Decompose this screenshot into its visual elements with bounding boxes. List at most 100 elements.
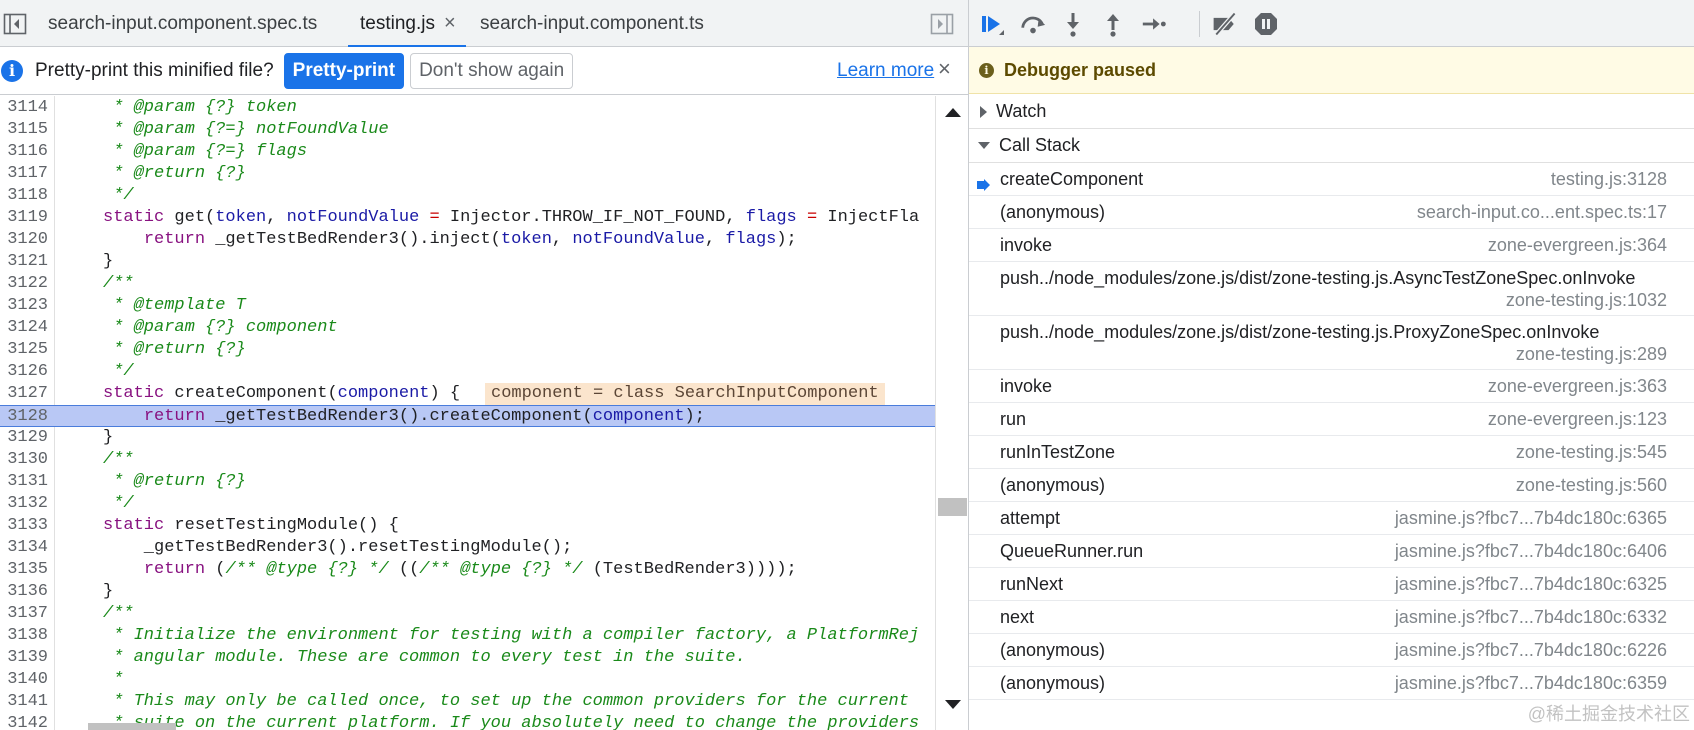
- line-number[interactable]: 3120: [0, 229, 48, 251]
- call-frame[interactable]: push../node_modules/zone.js/dist/zone-te…: [969, 317, 1694, 370]
- code-line[interactable]: 3141 * This may only be called once, to …: [0, 691, 935, 713]
- code-line[interactable]: 3139 * angular module. These are common …: [0, 647, 935, 669]
- tab-search-input-component[interactable]: search-input.component.ts: [480, 0, 704, 47]
- line-number[interactable]: 3116: [0, 141, 48, 163]
- line-number[interactable]: 3124: [0, 317, 48, 339]
- line-number[interactable]: 3128: [0, 406, 48, 428]
- line-number[interactable]: 3130: [0, 449, 48, 471]
- frame-location[interactable]: jasmine.js?fbc7...7b4dc180c:6365: [1395, 508, 1667, 529]
- call-frame[interactable]: (anonymous) search-input.co...ent.spec.ts…: [969, 197, 1694, 229]
- toggle-navigator-icon[interactable]: [2, 11, 28, 37]
- line-number[interactable]: 3125: [0, 339, 48, 361]
- code-line[interactable]: 3120 return _getTestBedRender3().inject(…: [0, 229, 935, 251]
- line-number[interactable]: 3115: [0, 119, 48, 141]
- frame-location[interactable]: search-input.co...ent.spec.ts:17: [1417, 202, 1667, 223]
- line-number[interactable]: 3132: [0, 493, 48, 515]
- frame-location[interactable]: jasmine.js?fbc7...7b4dc180c:6226: [1395, 640, 1667, 661]
- code-line[interactable]: 3140 *: [0, 669, 935, 691]
- frame-location[interactable]: jasmine.js?fbc7...7b4dc180c:6359: [1395, 673, 1667, 694]
- call-frame[interactable]: push../node_modules/zone.js/dist/zone-te…: [969, 263, 1694, 316]
- call-frame[interactable]: createComponent testing.js:3128: [969, 164, 1694, 196]
- line-number[interactable]: 3138: [0, 625, 48, 647]
- line-number[interactable]: 3118: [0, 185, 48, 207]
- step-out-icon[interactable]: [1099, 10, 1127, 38]
- call-frame[interactable]: runInTestZone zone-testing.js:545: [969, 437, 1694, 469]
- frame-location[interactable]: zone-testing.js:560: [1516, 475, 1667, 496]
- learn-more-link[interactable]: Learn more: [837, 60, 934, 82]
- line-number[interactable]: 3127: [0, 383, 48, 405]
- code-line[interactable]: 3121}: [0, 251, 935, 273]
- resume-icon[interactable]: [978, 10, 1006, 38]
- code-line[interactable]: 3132 */: [0, 493, 935, 515]
- code-line[interactable]: 3129}: [0, 427, 935, 449]
- line-number[interactable]: 3137: [0, 603, 48, 625]
- code-line[interactable]: 3136}: [0, 581, 935, 603]
- call-frame[interactable]: runNext jasmine.js?fbc7...7b4dc180c:6325: [969, 569, 1694, 601]
- line-number[interactable]: 3117: [0, 163, 48, 185]
- step-into-icon[interactable]: [1059, 10, 1087, 38]
- code-line[interactable]: 3115 * @param {?=} notFoundValue: [0, 119, 935, 141]
- code-line[interactable]: 3138 * Initialize the environment for te…: [0, 625, 935, 647]
- scroll-thumb[interactable]: [938, 498, 967, 516]
- frame-location[interactable]: testing.js:3128: [1551, 169, 1667, 190]
- call-frame[interactable]: invoke zone-evergreen.js:363: [969, 371, 1694, 403]
- line-number[interactable]: 3134: [0, 537, 48, 559]
- line-number[interactable]: 3141: [0, 691, 48, 713]
- call-stack-section-header[interactable]: Call Stack: [969, 129, 1694, 163]
- call-frame[interactable]: QueueRunner.run jasmine.js?fbc7...7b4dc18…: [969, 536, 1694, 568]
- code-line[interactable]: 3130 /**: [0, 449, 935, 471]
- frame-location[interactable]: zone-evergreen.js:364: [1488, 235, 1667, 256]
- code-line[interactable]: 3128 return _getTestBedRender3().createC…: [0, 405, 935, 427]
- line-number[interactable]: 3114: [0, 97, 48, 119]
- line-number[interactable]: 3129: [0, 427, 48, 449]
- pause-on-exceptions-icon[interactable]: [1252, 10, 1280, 38]
- code-line[interactable]: 3127 static createComponent(component) {c…: [0, 383, 935, 405]
- close-tab-icon[interactable]: ×: [444, 12, 456, 35]
- code-line[interactable]: 3134 _getTestBedRender3().resetTestingMo…: [0, 537, 935, 559]
- code-editor[interactable]: 3114 * @param {?} token 3115 * @param {?=…: [0, 96, 935, 730]
- code-line[interactable]: 3114 * @param {?} token: [0, 97, 935, 119]
- code-line[interactable]: 3123 * @template T: [0, 295, 935, 317]
- tab-testing-js[interactable]: testing.js ×: [348, 0, 466, 47]
- code-line[interactable]: 3122 /**: [0, 273, 935, 295]
- dont-show-again-button[interactable]: Don't show again: [410, 52, 574, 89]
- scroll-up-icon[interactable]: [945, 108, 961, 117]
- deactivate-breakpoints-icon[interactable]: [1211, 10, 1239, 38]
- toggle-debugger-icon[interactable]: [929, 11, 955, 37]
- watch-section-header[interactable]: Watch: [969, 95, 1694, 129]
- line-number[interactable]: 3131: [0, 471, 48, 493]
- code-line[interactable]: 3126 */: [0, 361, 935, 383]
- line-number[interactable]: 3119: [0, 207, 48, 229]
- call-frame[interactable]: (anonymous) jasmine.js?fbc7...7b4dc180c:6…: [969, 668, 1694, 700]
- line-number[interactable]: 3142: [0, 713, 48, 730]
- frame-location[interactable]: zone-testing.js:545: [1516, 442, 1667, 463]
- line-number[interactable]: 3135: [0, 559, 48, 581]
- line-number[interactable]: 3140: [0, 669, 48, 691]
- call-frame[interactable]: (anonymous) zone-testing.js:560: [969, 470, 1694, 502]
- frame-location[interactable]: jasmine.js?fbc7...7b4dc180c:6332: [1395, 607, 1667, 628]
- frame-location[interactable]: zone-testing.js:1032: [1506, 290, 1667, 311]
- code-line[interactable]: 3125 * @return {?}: [0, 339, 935, 361]
- call-frame[interactable]: run zone-evergreen.js:123: [969, 404, 1694, 436]
- code-line[interactable]: 3118 */: [0, 185, 935, 207]
- frame-location[interactable]: jasmine.js?fbc7...7b4dc180c:6325: [1395, 574, 1667, 595]
- line-number[interactable]: 3139: [0, 647, 48, 669]
- code-line[interactable]: 3133 static resetTestingModule() {: [0, 515, 935, 537]
- line-number[interactable]: 3133: [0, 515, 48, 537]
- code-line[interactable]: 3131 * @return {?}: [0, 471, 935, 493]
- call-frame[interactable]: (anonymous) jasmine.js?fbc7...7b4dc180c:6…: [969, 635, 1694, 667]
- frame-location[interactable]: zone-testing.js:289: [1516, 344, 1667, 365]
- horizontal-scroll-thumb[interactable]: [88, 723, 176, 730]
- line-number[interactable]: 3126: [0, 361, 48, 383]
- line-number[interactable]: 3122: [0, 273, 48, 295]
- code-line[interactable]: 3117 * @return {?}: [0, 163, 935, 185]
- code-line[interactable]: 3116 * @param {?=} flags: [0, 141, 935, 163]
- code-line[interactable]: 3135 return (/** @type {?} */ ((/** @typ…: [0, 559, 935, 581]
- code-line[interactable]: 3137 /**: [0, 603, 935, 625]
- step-over-icon[interactable]: [1019, 10, 1047, 38]
- vertical-scrollbar[interactable]: [935, 96, 968, 730]
- call-frame[interactable]: attempt jasmine.js?fbc7...7b4dc180c:6365: [969, 503, 1694, 535]
- step-icon[interactable]: [1140, 10, 1168, 38]
- line-number[interactable]: 3123: [0, 295, 48, 317]
- scroll-down-icon[interactable]: [945, 700, 961, 709]
